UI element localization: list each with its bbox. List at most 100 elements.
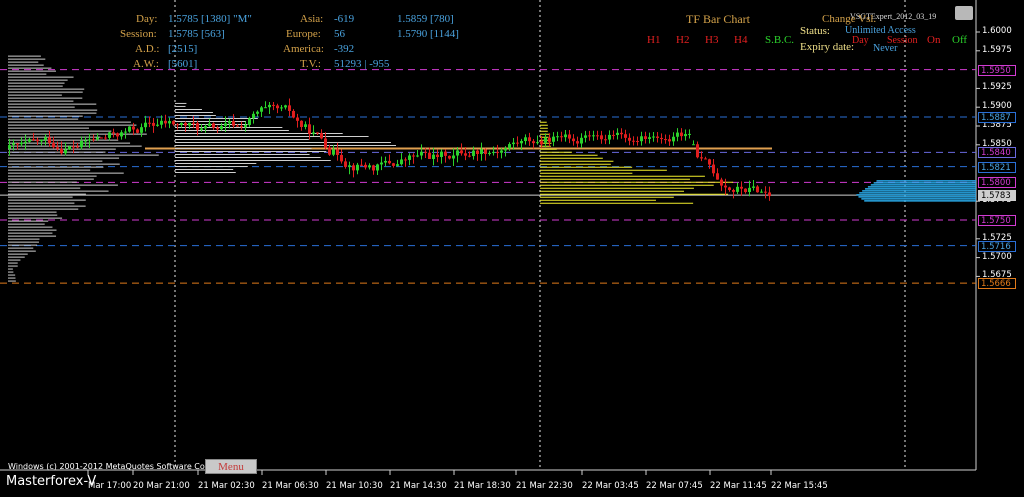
candle-body [544,137,547,143]
europe-value: 56 [334,28,345,40]
session-value: 1.5785 [563] [168,28,225,40]
candle-body [140,127,143,133]
candle-body [180,122,183,125]
tf-button-h1[interactable]: H1 [647,34,660,46]
candle-body [188,122,191,126]
expiry-label: Expiry date: [800,41,855,53]
time-axis-label: 22 Mar 07:45 [646,481,703,491]
price-axis-label: 1.5900 [982,101,1012,112]
candle-body [564,134,567,138]
candle-body [644,136,647,139]
menu-button[interactable]: Menu [205,459,257,474]
candle-body [332,149,335,155]
candle-body [128,126,131,132]
tf-button-h2[interactable]: H2 [676,34,689,46]
candle-body [588,135,591,137]
asia-label: Asia: [300,13,324,25]
candle-body [56,147,59,149]
candle-body [436,154,439,157]
candle-body [176,124,179,126]
candle-body [552,136,555,142]
candle-body [208,123,211,127]
candle-body [512,142,515,145]
candle-body [608,134,611,140]
candle-body [32,139,35,141]
candle-body [612,134,615,136]
candle-body [484,149,487,154]
candle-body [756,186,759,193]
candle-body [672,136,675,142]
candle-body [248,118,251,125]
candle-body [596,135,599,137]
candle-body [296,117,299,121]
candle-body [696,144,699,158]
candle-body [108,132,111,138]
time-axis-label: 21 Mar 18:30 [454,481,511,491]
candle-body [556,136,559,138]
candle-body [684,134,687,137]
candle-body [412,155,415,157]
candle-body [592,135,595,137]
candle-body [524,137,527,141]
candle-body [84,140,87,142]
candle-body [260,107,263,112]
candle-body [636,141,639,143]
status-label: Status: [800,25,830,37]
candle-body [144,122,147,128]
candle-body [676,132,679,137]
america-label: America: [283,43,324,55]
sbc-button[interactable]: S.B.C. [765,34,794,46]
candle-body [116,133,119,137]
tv-value: 51293 | -955 [334,58,390,70]
candle-body [8,145,11,149]
candle-body [692,144,695,146]
candle-body [192,122,195,124]
aw-value: [5601] [168,58,198,70]
candle-body [200,128,203,130]
candle-body [460,150,463,154]
candle-body [168,121,171,124]
candle-body [268,104,271,108]
europe-label: Europe: [286,28,321,40]
candle-body [224,123,227,126]
candle-body [628,137,631,141]
price-tag: 1.5800 [978,177,1016,189]
price-tag: 1.5750 [978,215,1016,226]
candle-body [392,163,395,166]
candle-body [532,141,535,144]
tf-button-h4[interactable]: H4 [734,34,747,46]
on-button[interactable]: On [927,34,940,47]
candle-body [148,122,151,124]
candle-body [196,123,199,130]
candle-body [448,155,451,159]
candle-body [184,122,187,126]
time-axis-label: 21 Mar 10:30 [326,481,383,491]
candle-body [360,164,363,166]
volume-profile-current [856,180,976,202]
candle-body [88,139,91,141]
candle-body [516,142,519,144]
candle-body [64,149,67,154]
off-button[interactable]: Off [952,34,967,47]
price-axis-label: 1.5975 [982,44,1012,55]
candle-body [152,122,155,126]
day-toggle[interactable]: Day [852,34,869,47]
candle-body [256,111,259,114]
volume-profile-day [175,102,397,173]
candle-body [40,139,43,142]
america-value: -392 [334,43,355,55]
candle-body [400,159,403,165]
price-chart[interactable] [0,0,1024,497]
candle-body [52,143,55,148]
candle-body [352,165,355,171]
tv-label: T.V.: [300,58,321,70]
candle-body [376,164,379,171]
candle-body [660,137,663,140]
candle-body [640,136,643,142]
candle-body [16,143,19,145]
candle-body [28,139,31,142]
candle-body [104,137,107,139]
candle-body [668,139,671,142]
tf-button-h3[interactable]: H3 [705,34,718,46]
price-axis-label: 1.6000 [982,26,1012,36]
